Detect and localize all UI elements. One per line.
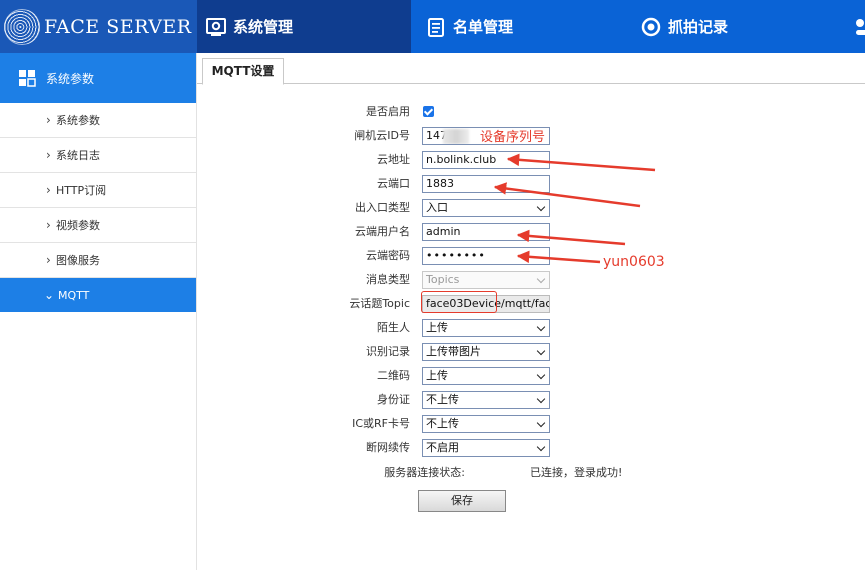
face-logo-icon [4,8,40,45]
io-type-select[interactable]: 入口 [422,199,550,217]
field-label: 云地址 [377,153,410,166]
field-label: 云端用户名 [355,225,410,238]
password-input[interactable]: •••••••• [422,247,550,265]
chevron-right-icon: › [46,253,51,267]
form-row-topic: 云话题Topic face03Device/mqtt/face/ [197,291,865,315]
nav-tab-system-management[interactable]: 系统管理 [197,0,411,53]
field-label: IC或RF卡号 [352,417,410,430]
form-row-stranger: 陌生人 上传 [197,317,865,339]
sidebar-item-label: 系统参数 [56,114,100,127]
field-label: 是否启用 [366,105,410,118]
redaction-blur [443,129,469,144]
sidebar-item-label: MQTT [58,288,90,302]
ic-rf-card-select[interactable]: 不上传 [422,415,550,433]
nav-tab-label: 名单管理 [453,18,514,36]
form-row-connection-status: 服务器连接状态: 已连接，登录成功! [197,462,865,484]
nav-tab-overflow[interactable] [853,0,865,53]
logo: FACE SERVER [0,0,197,53]
nav-tab-list-management[interactable]: 名单管理 [425,0,513,53]
message-type-select[interactable]: Topics [422,271,550,289]
form-row-id-card: 身份证 不上传 [197,389,865,411]
sidebar-title: 系统参数 [46,71,95,86]
sidebar-item-label: 图像服务 [56,254,100,267]
field-label: 消息类型 [366,273,410,286]
form-row-enable: 是否启用 [197,101,865,123]
field-label: 身份证 [377,393,410,406]
topic-highlight-box [421,291,497,313]
field-label: 云端口 [377,177,410,190]
nav-tab-label: 系统管理 [233,18,294,36]
save-button[interactable]: 保存 [418,490,506,512]
form-row-cloud-port: 云端口 1883 [197,173,865,195]
field-label: 识别记录 [366,345,410,358]
cloud-address-input[interactable]: n.bolink.club [422,151,550,169]
form-row-device-id: 闸机云ID号 147 设备序列号 [197,125,865,147]
sidebar-item-label: HTTP订阅 [56,184,107,197]
form-row-cloud-address: 云地址 n.bolink.club [197,149,865,171]
settings-window-icon [205,16,227,38]
enable-checkbox[interactable] [423,106,434,117]
form-row-qrcode: 二维码 上传 [197,365,865,387]
qrcode-select[interactable]: 上传 [422,367,550,385]
password-annotation: yun0603 [603,254,665,270]
sidebar-item-http-subscription[interactable]: › HTTP订阅 [0,173,196,208]
form-row-username: 云端用户名 admin [197,221,865,243]
sidebar-item-image-service[interactable]: › 图像服务 [0,243,196,278]
camera-lens-icon [640,16,662,38]
chevron-down-icon: ⌄ [44,288,55,302]
sidebar-item-video-params[interactable]: › 视频参数 [0,208,196,243]
form-row-ic-rf-card: IC或RF卡号 不上传 [197,413,865,435]
nav-tab-label: 抓拍记录 [668,18,729,36]
clipboard-list-icon [425,16,447,38]
form-row-password: 云端密码 •••••••• [197,245,865,267]
form-row-io-type: 出入口类型 入口 [197,197,865,219]
tab-strip: MQTT设置 [197,56,865,85]
chevron-right-icon: › [46,148,51,162]
logo-text: FACE SERVER [44,15,192,38]
sidebar-item-label: 视频参数 [56,219,100,232]
field-label: 断网续传 [366,441,410,454]
sidebar-header: 系统参数 [0,53,196,103]
toggle-settings-icon [853,16,865,38]
field-label: 二维码 [377,369,410,382]
recognition-record-select[interactable]: 上传带图片 [422,343,550,361]
stranger-select[interactable]: 上传 [422,319,550,337]
id-card-select[interactable]: 不上传 [422,391,550,409]
sidebar: 系统参数 › 系统参数 › 系统日志 › HTTP订阅 › 视频参数 › 图像服务 ⌄ MQ… [0,53,197,570]
sidebar-item-mqtt[interactable]: ⌄ MQTT [0,278,196,312]
form-row-message-type: 消息类型 Topics [197,269,865,291]
field-label: 云话题Topic [349,297,410,310]
chevron-right-icon: › [46,183,51,197]
form-row-recognition-record: 识别记录 上传带图片 [197,341,865,363]
chevron-right-icon: › [46,113,51,127]
sidebar-item-label: 系统日志 [56,149,100,162]
sidebar-item-system-log[interactable]: › 系统日志 [0,138,196,173]
connection-status-value: 已连接，登录成功! [530,466,623,479]
grid-squares-icon [18,69,36,87]
field-label: 出入口类型 [355,201,410,214]
field-label: 闸机云ID号 [354,129,410,142]
form-row-resume-upload: 断网续传 不启用 [197,437,865,459]
device-serial-annotation: 设备序列号 [480,130,546,145]
field-label: 云端密码 [366,249,410,262]
cloud-port-input[interactable]: 1883 [422,175,550,193]
tab-mqtt-settings[interactable]: MQTT设置 [202,58,284,85]
resume-upload-select[interactable]: 不启用 [422,439,550,457]
sidebar-item-system-params[interactable]: › 系统参数 [0,103,196,138]
chevron-right-icon: › [46,218,51,232]
top-navigation-bar: FACE SERVER 系统管理 名单管理 抓拍记录 [0,0,865,53]
field-label: 陌生人 [377,321,410,334]
connection-status-label: 服务器连接状态: [384,466,465,479]
username-input[interactable]: admin [422,223,550,241]
nav-tab-capture-records[interactable]: 抓拍记录 [640,0,728,53]
